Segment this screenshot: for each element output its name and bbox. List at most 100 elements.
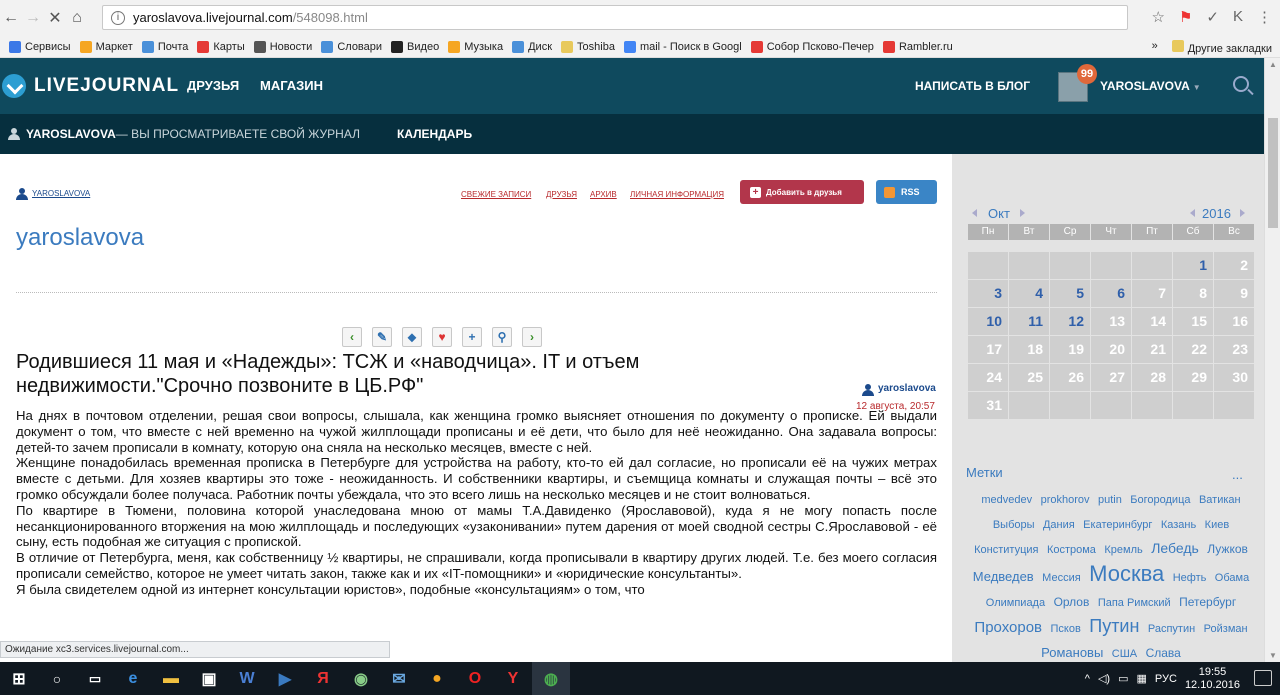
tag-link[interactable]: Путин	[1089, 616, 1139, 636]
tag-link[interactable]: Кремль	[1104, 544, 1142, 556]
yandex-icon[interactable]: Я	[304, 662, 342, 695]
scrollbar[interactable]: ▲ ▼	[1264, 58, 1280, 662]
calendar-month[interactable]: Окт	[988, 206, 1010, 221]
tag-link[interactable]: Мессия	[1042, 572, 1081, 584]
tag-link[interactable]: Олимпиада	[986, 597, 1045, 609]
tag-link[interactable]: Псков	[1050, 623, 1080, 635]
tag-icon[interactable]: ⬥	[402, 327, 422, 347]
nav-recent[interactable]: СВЕЖИЕ ЗАПИСИ	[461, 190, 531, 199]
address-bar[interactable]: i yaroslavova.livejournal.com/548098.htm…	[102, 5, 1128, 30]
tag-link[interactable]: Дания	[1043, 519, 1075, 531]
star-icon[interactable]: ☆	[1152, 8, 1165, 26]
heart-icon[interactable]: ♥	[432, 327, 452, 347]
post-author[interactable]: yaroslavova	[862, 383, 936, 396]
file-explorer-icon[interactable]: ▬	[152, 662, 190, 695]
calendar-day[interactable]: 3	[968, 280, 1008, 307]
next-month-icon[interactable]	[1020, 209, 1025, 217]
tag-link[interactable]: Ройзман	[1204, 623, 1248, 635]
keyboard-lang[interactable]: РУС	[1155, 673, 1177, 685]
edge-icon[interactable]: e	[114, 662, 152, 695]
prev-post-icon[interactable]: ‹	[342, 327, 362, 347]
tag-link[interactable]: Петербург	[1179, 595, 1236, 609]
notifications-icon[interactable]	[1254, 670, 1272, 686]
nav-profile[interactable]: ЛИЧНАЯ ИНФОРМАЦИЯ	[630, 190, 724, 199]
opera-icon[interactable]: O	[456, 662, 494, 695]
info-icon[interactable]: i	[111, 10, 125, 25]
volume-icon[interactable]: ◁)	[1098, 672, 1110, 685]
tag-link[interactable]: Москва	[1089, 561, 1164, 586]
tag-link[interactable]: США	[1112, 648, 1137, 660]
add-memory-icon[interactable]: +	[462, 327, 482, 347]
tag-link[interactable]: Романовы	[1041, 645, 1103, 660]
bookmark-item[interactable]: Карты	[197, 40, 245, 53]
search-icon[interactable]	[1233, 76, 1249, 92]
bookmark-item[interactable]: Видео	[391, 40, 439, 53]
scroll-up-icon[interactable]: ▲	[1269, 60, 1277, 69]
app-circle-icon[interactable]: ◉	[342, 662, 380, 695]
search-taskbar-icon[interactable]: ○	[38, 662, 76, 695]
network-icon[interactable]: ▦	[1137, 672, 1147, 685]
calendar-day[interactable]: 4	[1009, 280, 1049, 307]
extension-icon[interactable]: ✓	[1206, 8, 1219, 26]
bookmark-item[interactable]: Rambler.ru	[882, 40, 953, 53]
tag-link[interactable]: Орлов	[1054, 595, 1090, 609]
calendar-day[interactable]: 12	[1050, 308, 1090, 335]
calendar-year[interactable]: 2016	[1202, 206, 1231, 221]
yandex-browser-icon[interactable]: Y	[494, 662, 532, 695]
menu-icon[interactable]: ⋮	[1257, 8, 1272, 26]
other-bookmarks[interactable]: Другие закладки	[1171, 40, 1272, 55]
chrome-icon[interactable]: ◍	[532, 662, 570, 695]
tag-link[interactable]: Киев	[1205, 519, 1230, 531]
extension-k-icon[interactable]: K	[1233, 8, 1243, 26]
tag-link[interactable]: Выборы	[993, 519, 1035, 531]
windows-start-icon[interactable]: ⊞	[0, 662, 38, 695]
bookmark-item[interactable]: Собор Псково-Печер	[750, 40, 874, 53]
scrollbar-thumb[interactable]	[1268, 118, 1278, 228]
calendar-day[interactable]: 1	[1173, 252, 1213, 279]
bookmark-item[interactable]: Почта	[141, 40, 188, 53]
journal-owner[interactable]: YAROSLAVOVA — ВЫ ПРОСМАТРИВАЕТЕ СВОЙ ЖУР…	[8, 127, 360, 141]
calendar-day[interactable]: 11	[1009, 308, 1049, 335]
scroll-down-icon[interactable]: ▼	[1269, 651, 1277, 660]
tag-link[interactable]: Екатеринбург	[1083, 519, 1152, 531]
next-year-icon[interactable]	[1240, 209, 1245, 217]
edit-icon[interactable]: ✎	[372, 327, 392, 347]
nav-shop[interactable]: МАГАЗИН	[260, 78, 323, 93]
nav-journal-friends[interactable]: ДРУЗЬЯ	[546, 190, 577, 199]
tag-link[interactable]: Прохоров	[974, 619, 1042, 636]
user-menu[interactable]: YAROSLAVOVA ▼	[1100, 79, 1201, 93]
tag-link[interactable]: Слава	[1146, 646, 1181, 660]
stop-icon[interactable]: ✕	[44, 8, 66, 28]
tag-link[interactable]: Обама	[1215, 572, 1249, 584]
mail-icon[interactable]: ✉	[380, 662, 418, 695]
forward-icon[interactable]: →	[22, 9, 44, 27]
tag-link[interactable]: Конституция	[974, 544, 1038, 556]
bookmark-item[interactable]: Новости	[253, 40, 312, 53]
bookmark-item[interactable]: Музыка	[448, 40, 503, 53]
tags-more[interactable]: ...	[1232, 467, 1243, 482]
chick-icon[interactable]: ●	[418, 662, 456, 695]
bookmark-item[interactable]: Toshiba	[561, 40, 615, 53]
next-post-icon[interactable]: ›	[522, 327, 542, 347]
tag-link[interactable]: Богородица	[1130, 494, 1190, 506]
bookmark-item[interactable]: Сервисы	[9, 40, 71, 53]
tag-link[interactable]: Лужков	[1207, 542, 1248, 556]
pin-icon[interactable]: ⚲	[492, 327, 512, 347]
calendar-link[interactable]: КАЛЕНДАРЬ	[397, 127, 472, 141]
tag-link[interactable]: medvedev	[981, 494, 1032, 506]
tray-chevron-icon[interactable]: ^	[1085, 673, 1090, 685]
journal-user-link[interactable]: YAROSLAVOVA	[16, 188, 90, 200]
battery-icon[interactable]: ▭	[1118, 672, 1128, 685]
tag-link[interactable]: Распутин	[1148, 623, 1195, 635]
bookmarks-more[interactable]: »	[1152, 40, 1158, 55]
word-icon[interactable]: W	[228, 662, 266, 695]
prev-month-icon[interactable]	[972, 209, 977, 217]
tag-link[interactable]: putin	[1098, 494, 1122, 506]
bookmark-flag-icon[interactable]: ⚑	[1179, 8, 1192, 26]
back-icon[interactable]: ←	[0, 9, 22, 27]
journal-title[interactable]: yaroslavova	[16, 224, 144, 252]
lj-logo[interactable]: LIVEJOURNAL	[2, 74, 179, 98]
calendar-day[interactable]: 6	[1091, 280, 1131, 307]
media-icon[interactable]: ▶	[266, 662, 304, 695]
nav-archive[interactable]: АРХИВ	[590, 190, 617, 199]
